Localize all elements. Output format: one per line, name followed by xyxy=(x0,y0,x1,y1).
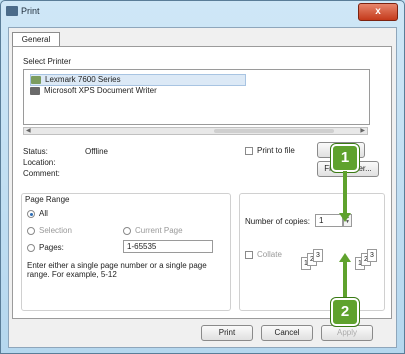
page-range-label: Page Range xyxy=(25,195,70,204)
callout-step-2: 2 xyxy=(331,298,359,326)
collate-label: Collate xyxy=(257,250,282,259)
select-printer-label: Select Printer xyxy=(23,57,72,66)
print-button[interactable]: Print xyxy=(201,325,253,341)
print-dialog: Print x General Select Printer Lexmark 7… xyxy=(0,0,405,354)
close-button[interactable]: x xyxy=(358,3,398,21)
number-of-copies-label: Number of copies: xyxy=(245,217,310,226)
list-item[interactable]: Lexmark 7600 Series xyxy=(30,74,246,86)
cancel-button[interactable]: Cancel xyxy=(261,325,313,341)
printer-icon xyxy=(30,87,40,95)
scroll-left-icon[interactable]: ◀ xyxy=(26,127,31,134)
callout-arrow-up xyxy=(343,261,347,297)
tab-general[interactable]: General xyxy=(12,32,60,47)
pages-input[interactable]: 1-65535 xyxy=(123,240,213,253)
collate-page: 3 xyxy=(367,249,377,262)
callout-arrow-down xyxy=(343,171,347,215)
printer-name: Lexmark 7600 Series xyxy=(45,75,121,84)
collate-checkbox[interactable] xyxy=(245,251,253,259)
comment-label: Comment: xyxy=(23,169,60,178)
current-page-radio[interactable] xyxy=(123,227,131,235)
general-tab-panel: Select Printer Lexmark 7600 Series Micro… xyxy=(12,46,392,319)
printer-icon xyxy=(31,76,41,84)
collate-page: 3 xyxy=(313,249,323,262)
status-value: Offline xyxy=(85,147,108,156)
selection-label: Selection xyxy=(39,226,72,235)
window-title: Print xyxy=(21,6,40,16)
location-label: Location: xyxy=(23,158,56,167)
printer-name: Microsoft XPS Document Writer xyxy=(44,86,157,95)
list-item[interactable]: Microsoft XPS Document Writer xyxy=(30,86,157,96)
callout-step-1: 1 xyxy=(331,144,359,172)
scrollbar-thumb[interactable] xyxy=(214,129,334,133)
print-to-file-checkbox[interactable] xyxy=(245,147,253,155)
status-label: Status: xyxy=(23,147,48,156)
pages-label: Pages: xyxy=(39,243,64,252)
page-range-hint: Enter either a single page number or a s… xyxy=(27,261,207,279)
apply-button[interactable]: Apply xyxy=(321,325,373,341)
all-label: All xyxy=(39,209,48,218)
arrow-down-icon xyxy=(339,213,351,222)
scroll-right-icon[interactable]: ▶ xyxy=(360,127,365,134)
title-bar: Print x xyxy=(1,1,404,23)
printer-icon xyxy=(6,6,18,16)
print-to-file-label: Print to file xyxy=(257,146,295,155)
printer-list[interactable]: Lexmark 7600 Series Microsoft XPS Docume… xyxy=(23,69,370,125)
printer-list-scrollbar[interactable]: ◀ ▶ xyxy=(23,127,368,135)
pages-radio[interactable] xyxy=(27,244,35,252)
current-page-label: Current Page xyxy=(135,226,183,235)
selection-radio[interactable] xyxy=(27,227,35,235)
all-radio[interactable] xyxy=(27,210,35,218)
